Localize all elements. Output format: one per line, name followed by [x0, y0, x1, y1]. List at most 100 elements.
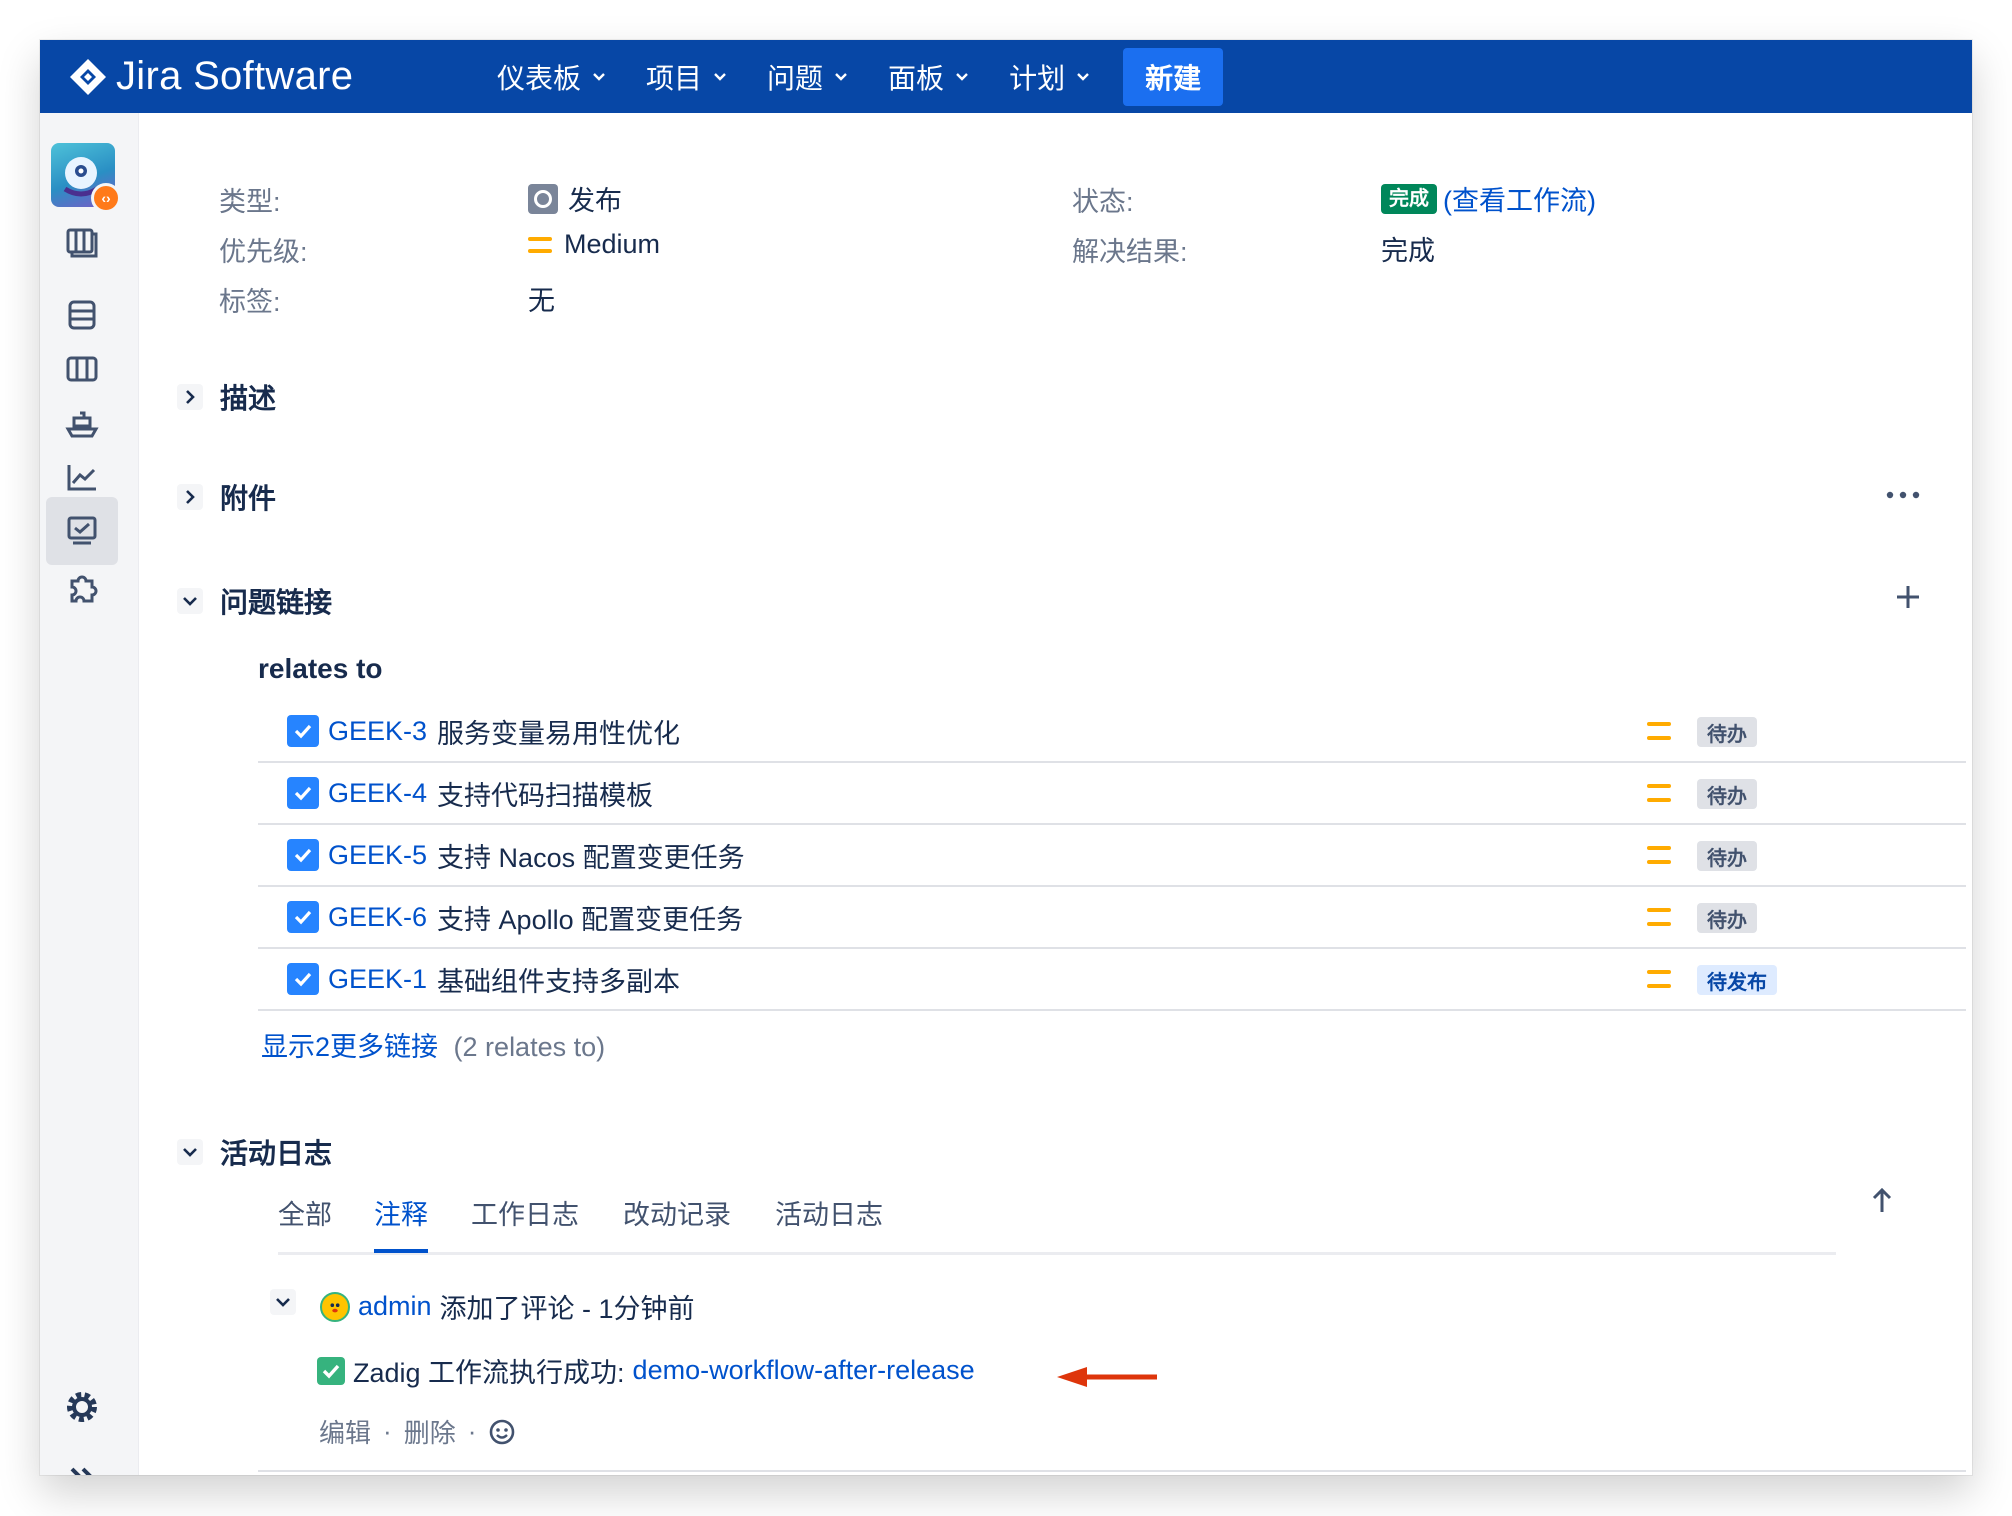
task-type-icon — [287, 901, 319, 933]
issue-summary[interactable]: 基础组件支持多副本 — [437, 960, 680, 999]
jira-window: Jira Software 仪表板 项目 问题 面板 计划 新建 ‹› 类型: … — [40, 40, 1972, 1475]
status-lozenge[interactable]: 完成 — [1381, 183, 1437, 214]
comment-body: Zadig 工作流执行成功: demo-workflow-after-relea… — [317, 1351, 975, 1390]
type-label: 类型: — [219, 187, 281, 217]
add-reaction-icon[interactable] — [488, 1418, 516, 1446]
comment-text: Zadig 工作流执行成功: — [353, 1358, 625, 1388]
project-avatar[interactable]: ‹› — [51, 143, 121, 213]
status-badge: 待办 — [1697, 717, 1757, 747]
jira-logo-icon — [70, 58, 106, 95]
nav-label: 仪表板 — [497, 62, 582, 94]
linked-issue-row[interactable]: GEEK-4 支持代码扫描模板 待办 — [258, 763, 1966, 825]
chevron-right-icon[interactable] — [177, 384, 203, 410]
tab-history[interactable]: 改动记录 — [623, 1193, 731, 1253]
edit-comment-link[interactable]: 编辑 — [319, 1413, 371, 1450]
release-type-icon — [528, 183, 558, 214]
add-link-icon[interactable] — [1894, 583, 1922, 611]
tab-worklog[interactable]: 工作日志 — [471, 1193, 579, 1253]
task-type-icon — [287, 839, 319, 871]
ship-icon — [65, 411, 99, 438]
nav-issues[interactable]: 问题 — [748, 47, 869, 107]
nav-boards[interactable]: 面板 — [869, 47, 990, 107]
chevron-down-icon — [593, 72, 605, 81]
comment-header: admin 添加了评论 - 1分钟前 — [320, 1287, 695, 1326]
attachments-title: 附件 — [220, 483, 277, 514]
nav-label: 项目 — [646, 62, 703, 94]
issue-key-link[interactable]: GEEK-4 — [328, 778, 427, 809]
status-badge: 待办 — [1697, 903, 1757, 933]
priority-value[interactable]: Medium — [528, 229, 660, 260]
separator: · — [383, 1416, 392, 1446]
comment-meta: 添加了评论 - 1分钟前 — [439, 1294, 695, 1324]
task-type-icon — [287, 777, 319, 809]
project-sidebar: ‹› — [40, 113, 139, 1475]
tab-all[interactable]: 全部 — [278, 1193, 332, 1253]
chevron-down-icon[interactable] — [177, 588, 203, 614]
workflow-link[interactable]: demo-workflow-after-release — [633, 1355, 975, 1386]
red-arrow-annotation — [1057, 1365, 1157, 1389]
activity-section-header[interactable]: 活动日志 — [177, 1132, 332, 1172]
show-more-links[interactable]: 显示2更多链接 (2 relates to) — [261, 1025, 605, 1064]
priority-medium-icon — [1647, 970, 1671, 988]
resolution-label: 解决结果: — [1072, 237, 1188, 267]
comment-author[interactable]: admin — [358, 1291, 432, 1322]
chevron-down-icon[interactable] — [270, 1289, 296, 1315]
chevron-down-icon — [956, 72, 968, 81]
board-icon — [66, 356, 98, 382]
issue-links-section-header[interactable]: 问题链接 — [177, 581, 332, 621]
type-value[interactable]: 发布 — [528, 179, 622, 218]
resolution-value: 完成 — [1381, 236, 1435, 266]
linked-issue-row[interactable]: GEEK-1 基础组件支持多副本 待发布 — [258, 949, 1966, 1011]
comment-collapse-toggle[interactable] — [270, 1289, 296, 1315]
sort-order-icon[interactable] — [1870, 1186, 1894, 1214]
create-button[interactable]: 新建 — [1123, 47, 1224, 106]
avatar[interactable] — [320, 1291, 350, 1322]
delete-comment-link[interactable]: 删除 — [404, 1413, 456, 1450]
sidebar-roadmap[interactable] — [46, 207, 118, 275]
sidebar-addons[interactable] — [46, 553, 118, 621]
labels-value[interactable]: 无 — [528, 279, 555, 318]
nav-plans[interactable]: 计划 — [990, 47, 1111, 107]
issue-key-link[interactable]: GEEK-1 — [328, 964, 427, 995]
nav-projects[interactable]: 项目 — [627, 47, 748, 107]
linked-issue-row[interactable]: GEEK-5 支持 Nacos 配置变更任务 待办 — [258, 825, 1966, 887]
view-workflow-link[interactable]: (查看工作流) — [1443, 179, 1596, 218]
status-value: 完成 (查看工作流) — [1381, 179, 1596, 218]
issue-summary[interactable]: 支持 Nacos 配置变更任务 — [437, 836, 745, 875]
status-label: 状态: — [1072, 187, 1134, 217]
issue-key-link[interactable]: GEEK-3 — [328, 716, 427, 747]
linked-issue-row[interactable]: GEEK-3 服务变量易用性优化 待办 — [258, 701, 1966, 763]
top-navigation: Jira Software 仪表板 项目 问题 面板 计划 新建 — [40, 40, 1972, 113]
jira-logo[interactable]: Jira Software — [68, 54, 468, 99]
activity-tabs: 全部 注释 工作日志 改动记录 活动日志 — [278, 1193, 1836, 1255]
issue-key-link[interactable]: GEEK-5 — [328, 840, 427, 871]
issue-key-link[interactable]: GEEK-6 — [328, 902, 427, 933]
status-badge: 待办 — [1697, 779, 1757, 809]
chart-icon — [67, 465, 96, 491]
activity-title: 活动日志 — [220, 1138, 333, 1169]
type-value-text: 发布 — [568, 186, 622, 216]
description-title: 描述 — [220, 383, 277, 414]
chevron-down-icon[interactable] — [177, 1139, 203, 1165]
show-more-links-text[interactable]: 显示2更多链接 — [261, 1032, 438, 1062]
tab-comments[interactable]: 注释 — [374, 1193, 428, 1253]
separator: · — [467, 1416, 477, 1446]
issue-summary[interactable]: 服务变量易用性优化 — [437, 712, 680, 751]
chevron-right-icon[interactable] — [177, 484, 203, 510]
sidebar-settings[interactable] — [46, 1373, 118, 1441]
sidebar-expand[interactable] — [46, 1443, 118, 1475]
issues-icon — [67, 516, 97, 545]
priority-medium-icon — [1647, 846, 1671, 864]
attachments-section-header[interactable]: 附件 — [177, 477, 276, 517]
issue-summary[interactable]: 支持 Apollo 配置变更任务 — [437, 898, 743, 937]
priority-medium-icon — [1647, 784, 1671, 802]
priority-label: 优先级: — [219, 237, 308, 267]
more-actions-icon[interactable] — [1885, 488, 1921, 500]
linked-issue-row[interactable]: GEEK-6 支持 Apollo 配置变更任务 待办 — [258, 887, 1966, 949]
relation-heading: relates to — [258, 653, 383, 684]
main-nav: 仪表板 项目 问题 面板 计划 新建 — [478, 47, 1224, 107]
issue-summary[interactable]: 支持代码扫描模板 — [437, 774, 653, 813]
description-section-header[interactable]: 描述 — [177, 377, 276, 417]
nav-dashboards[interactable]: 仪表板 — [478, 47, 627, 107]
tab-activity[interactable]: 活动日志 — [775, 1193, 883, 1253]
